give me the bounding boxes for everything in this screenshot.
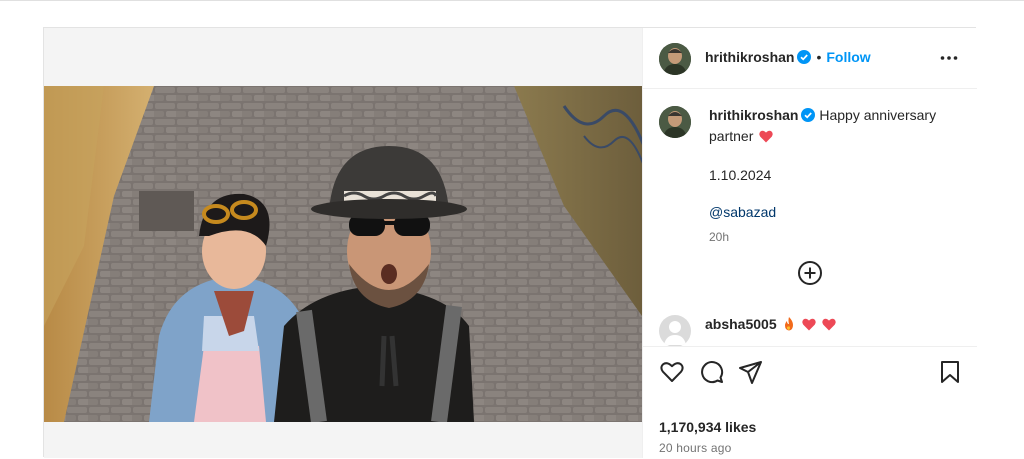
caption-mention-link[interactable]: @sabazad	[709, 203, 949, 222]
page-top-divider	[0, 0, 1024, 1]
post-details-panel: hrithikroshan • Follow hrithikroshan Happy…	[642, 28, 977, 459]
heart-icon	[822, 318, 836, 336]
author-line: hrithikroshan • Follow	[705, 49, 871, 69]
verified-badge-icon	[797, 50, 812, 69]
caption-author-avatar[interactable]	[659, 106, 691, 138]
bookmark-icon[interactable]	[937, 359, 963, 385]
heart-icon	[801, 318, 816, 336]
fire-icon	[783, 317, 795, 336]
commenter-avatar[interactable]	[659, 315, 691, 347]
likes-count[interactable]: 1,170,934 likes	[659, 419, 756, 435]
red-heart-icon	[759, 129, 773, 148]
avatar-image	[659, 106, 691, 138]
post-caption: hrithikroshan Happy anniversary partner …	[709, 106, 949, 247]
separator-dot: •	[816, 49, 822, 65]
author-username[interactable]: hrithikroshan	[705, 49, 794, 65]
post-timestamp[interactable]: 20 hours ago	[659, 441, 731, 455]
comment-line: absha5005	[705, 316, 836, 336]
caption-text-line: hrithikroshan Happy anniversary partner	[709, 106, 949, 148]
author-avatar[interactable]	[659, 43, 691, 75]
follow-button[interactable]: Follow	[826, 49, 870, 65]
post-photo[interactable]	[44, 86, 642, 422]
more-options-icon[interactable]	[939, 48, 959, 68]
caption-timestamp: 20h	[709, 230, 730, 244]
comment-item: absha5005	[659, 315, 969, 349]
verified-badge-icon	[801, 108, 816, 127]
like-heart-icon[interactable]	[659, 359, 685, 385]
share-send-icon[interactable]	[738, 359, 764, 385]
add-comment-icon[interactable]	[797, 260, 823, 286]
commenter-username[interactable]: absha5005	[705, 316, 777, 332]
post-actions-bar: 1,170,934 likes 20 hours ago	[643, 346, 977, 459]
post-media[interactable]	[44, 28, 642, 458]
caption-username[interactable]: hrithikroshan	[709, 107, 798, 123]
comment-bubble-icon[interactable]	[699, 359, 725, 385]
caption-date: 1.10.2024	[709, 167, 772, 183]
post-card: hrithikroshan • Follow hrithikroshan Happy…	[43, 27, 977, 459]
avatar-image	[659, 43, 691, 75]
post-header: hrithikroshan • Follow	[643, 28, 977, 89]
